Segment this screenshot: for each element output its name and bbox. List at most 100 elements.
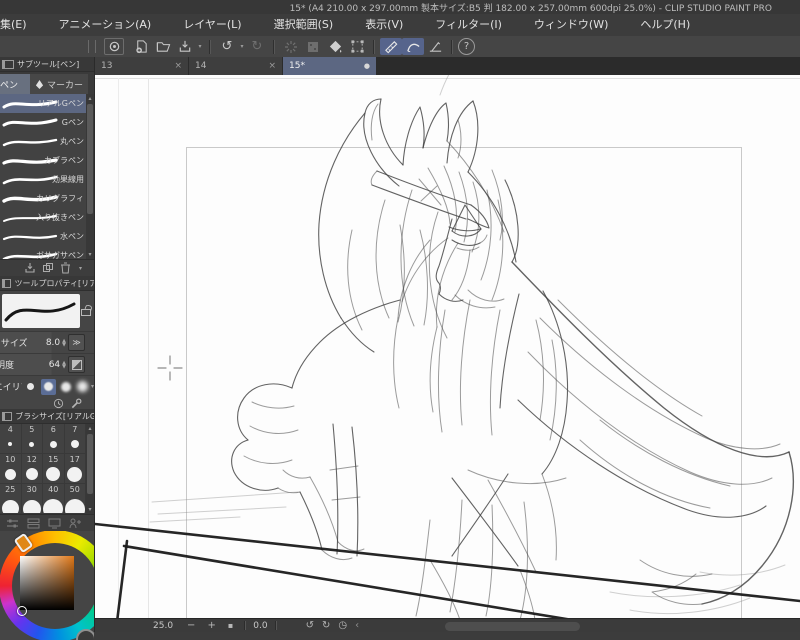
menu-view[interactable]: 表示(V)	[349, 14, 419, 36]
anti-aliasing-property-row[interactable]: アンチエイリアス ▾	[0, 375, 94, 397]
clip-studio-logo-icon[interactable]	[104, 38, 124, 55]
size-preset-25[interactable]: 25	[0, 484, 22, 514]
menu-window[interactable]: ウィンドウ(W)	[518, 14, 624, 36]
size-preset-17[interactable]: 17	[64, 454, 86, 484]
snap-to-special-ruler-icon[interactable]	[402, 38, 424, 55]
opacity-effect-icon[interactable]	[68, 356, 85, 373]
reset-view-icon[interactable]: ◷	[338, 620, 347, 632]
fill-icon[interactable]	[324, 38, 346, 55]
save-dropdown-chevron-icon[interactable]: ▾	[196, 43, 204, 50]
aa-weak-selected-icon[interactable]	[41, 378, 56, 395]
canvas-artwork[interactable]	[95, 75, 800, 618]
size-preset-12[interactable]: 12	[21, 454, 43, 484]
back-icon[interactable]: ‹	[355, 620, 359, 632]
close-icon[interactable]: ×	[268, 61, 276, 71]
sub-color-swatch[interactable]	[76, 629, 94, 640]
document-tab-14[interactable]: 14 ×	[189, 57, 282, 75]
subtool-item-real-g-pen[interactable]: リアルGペン	[0, 94, 94, 113]
stepper-icon[interactable]: ▲ ▼	[62, 338, 66, 347]
menu-filter[interactable]: フィルター(I)	[419, 14, 518, 36]
size-preset-10[interactable]: 10	[0, 454, 22, 484]
size-preset-6[interactable]: 6	[43, 424, 65, 454]
size-preset-30[interactable]: 30	[21, 484, 43, 514]
size-preset-5[interactable]: 5	[21, 424, 43, 454]
undo-icon[interactable]: ↺	[216, 38, 238, 55]
tab-pen[interactable]: ペン	[0, 74, 30, 94]
import-subtool-icon[interactable]	[24, 262, 36, 274]
menu-selection[interactable]: 選択範囲(S)	[258, 14, 350, 36]
duplicate-subtool-icon[interactable]	[42, 262, 54, 274]
snap-to-ruler-icon[interactable]	[380, 38, 402, 55]
lock-open-icon[interactable]	[81, 304, 93, 316]
save-icon[interactable]	[174, 38, 196, 55]
subtool-panel-header[interactable]: サブツール[ペン]	[0, 57, 94, 72]
close-icon[interactable]: ×	[174, 61, 182, 71]
transform-frame-icon[interactable]	[346, 38, 368, 55]
subtool-scrollbar[interactable]: ▴ ▾	[86, 94, 94, 259]
rotate-value[interactable]: 0.0	[253, 621, 267, 631]
rotate-ccw-icon[interactable]: ↺	[306, 620, 314, 632]
subtool-item-calligraphy[interactable]: カリグラフィ	[0, 189, 94, 208]
size-preset-4[interactable]: 4	[0, 424, 22, 454]
subtool-item-effect-line[interactable]: 効果線用	[0, 170, 94, 189]
size-preset-40[interactable]: 40	[43, 484, 65, 514]
screentone-icon[interactable]	[280, 38, 302, 55]
opacity-value[interactable]: 64	[49, 360, 60, 370]
history-icon[interactable]	[53, 398, 64, 409]
snap-to-grid-icon[interactable]	[424, 38, 446, 55]
stepper-icon[interactable]: ▲ ▼	[62, 360, 66, 369]
subtool-item-g-pen[interactable]: Gペン	[0, 113, 94, 132]
rotate-cw-icon[interactable]: ↻	[322, 620, 330, 632]
wrench-icon[interactable]	[70, 398, 82, 409]
scroll-down-icon[interactable]: ▾	[86, 506, 94, 513]
delete-subtool-icon[interactable]	[60, 262, 71, 274]
scroll-down-icon[interactable]: ▾	[86, 251, 94, 258]
open-file-icon[interactable]	[152, 38, 174, 55]
brush-size-property-row[interactable]: ブラシサイズ 8.0 ▲▼ ≫	[0, 331, 94, 353]
scroll-down-icon[interactable]: ▾	[79, 265, 82, 272]
scrollbar-thumb[interactable]	[87, 104, 93, 214]
zoom-slider-handle[interactable]: ▪	[228, 620, 233, 632]
subtool-item-maru-pen[interactable]: 丸ペン	[0, 132, 94, 151]
canvas-viewport[interactable]	[95, 75, 800, 618]
aa-medium-icon[interactable]	[60, 381, 71, 392]
subtool-item-mizu-pen[interactable]: 水ペン	[0, 227, 94, 246]
scroll-up-icon[interactable]: ▴	[86, 95, 94, 102]
subtool-item-kabura-pen[interactable]: カブラペン	[0, 151, 94, 170]
register-preset-icon[interactable]	[69, 518, 81, 529]
brush-size-scrollbar[interactable]: ▴ ▾	[86, 424, 94, 514]
document-tab-15-active[interactable]: 15* ●	[283, 57, 376, 75]
brush-size-panel-header[interactable]: ブラシサイズ[リアルGペン]	[0, 409, 94, 424]
size-preset-15[interactable]: 15	[43, 454, 65, 484]
subtool-item-partial[interactable]: ガサガサペン	[0, 246, 94, 259]
scroll-up-icon[interactable]: ▴	[86, 425, 94, 432]
scrollbar-thumb[interactable]	[87, 434, 93, 494]
menu-layer[interactable]: レイヤー(L)	[167, 14, 257, 36]
zoom-in-button[interactable]: +	[207, 620, 215, 632]
menu-edit[interactable]: 編集(E)	[0, 14, 43, 36]
brush-size-value[interactable]: 8.0	[46, 338, 60, 348]
sv-selector[interactable]	[17, 606, 27, 616]
menu-animation[interactable]: アニメーション(A)	[43, 14, 168, 36]
aa-strong-icon[interactable]	[76, 381, 88, 392]
display-mode-icon[interactable]	[48, 518, 61, 529]
pattern-icon[interactable]	[302, 38, 324, 55]
opacity-property-row[interactable]: 不透明度 64 ▲▼	[0, 353, 94, 375]
sv-square[interactable]	[20, 556, 74, 610]
undo-dropdown-chevron-icon[interactable]: ▾	[238, 43, 246, 50]
new-canvas-icon[interactable]	[130, 38, 152, 55]
preset-settings-icon[interactable]	[6, 518, 19, 529]
size-preset-7[interactable]: 7	[64, 424, 86, 454]
tool-property-panel-header[interactable]: ツールプロパティ[リアルGペン]	[0, 276, 94, 291]
zoom-value[interactable]: 25.0	[153, 621, 173, 631]
toolbar-grip-handle[interactable]	[88, 40, 96, 53]
subtool-item-iri-nuki-pen[interactable]: 入り抜きペン	[0, 208, 94, 227]
redo-icon[interactable]: ↻	[246, 38, 268, 55]
dropdown-chevron-icon[interactable]: ▾	[91, 383, 94, 390]
document-tab-13[interactable]: 13 ×	[95, 57, 188, 75]
tab-marker[interactable]: マーカー	[30, 74, 88, 94]
menu-help[interactable]: ヘルプ(H)	[624, 14, 706, 36]
zoom-out-button[interactable]: −	[187, 620, 195, 632]
source-settings-icon[interactable]: ≫	[68, 334, 85, 351]
preset-list-icon[interactable]	[27, 518, 40, 529]
